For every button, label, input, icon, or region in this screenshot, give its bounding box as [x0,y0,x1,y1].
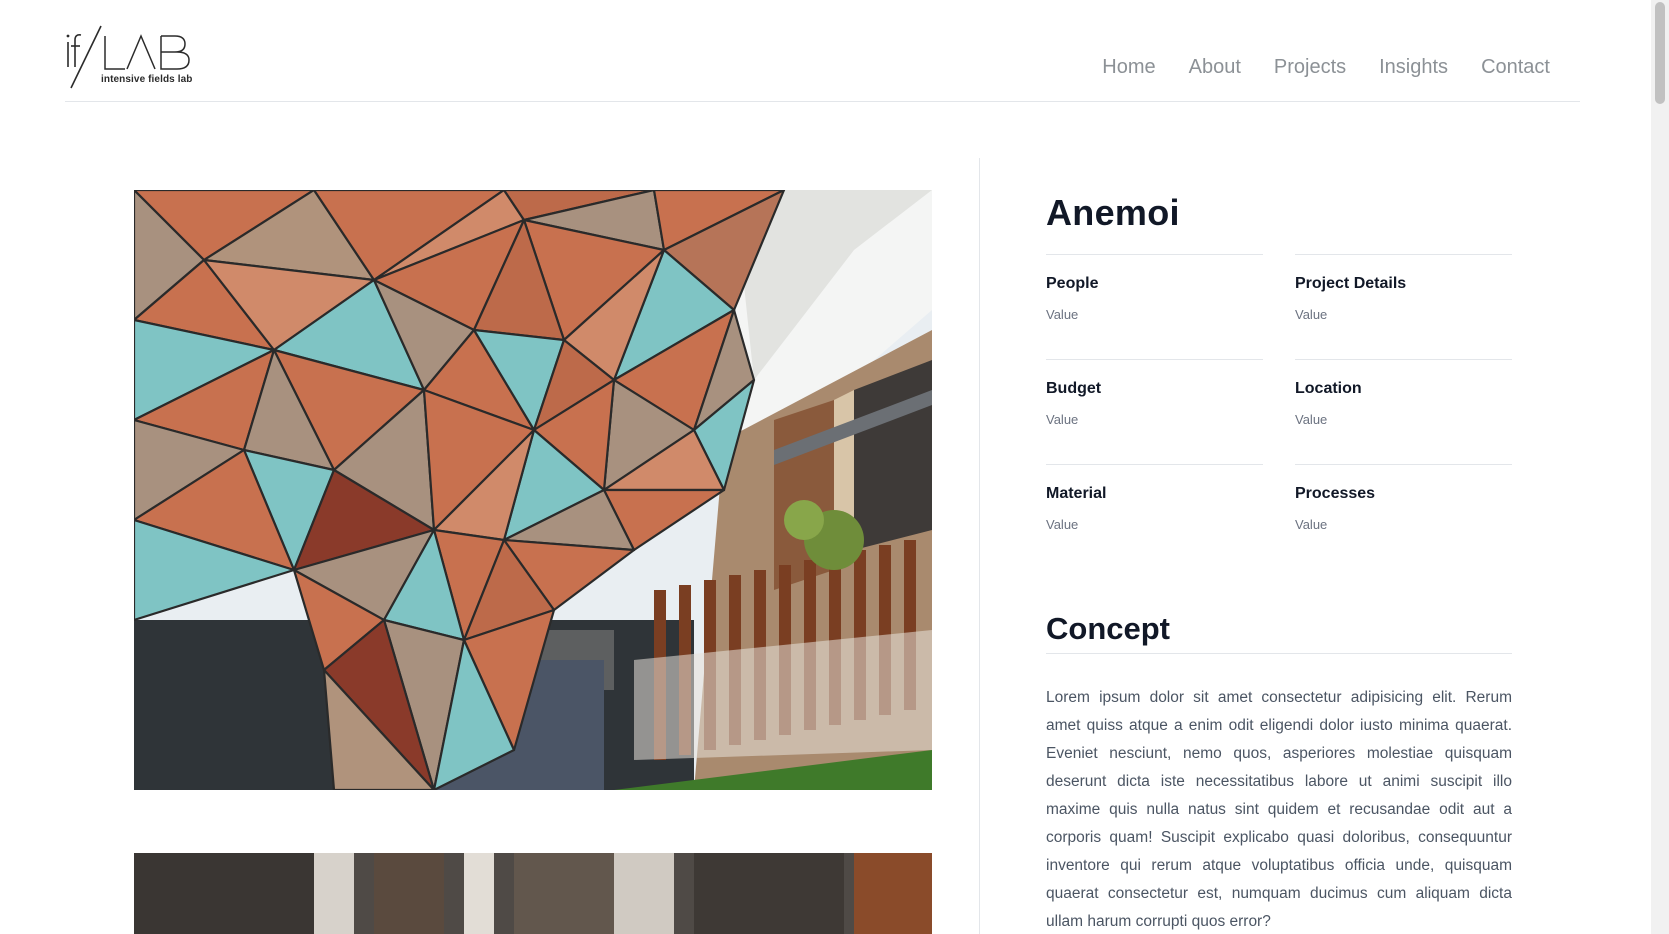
detail-processes: Processes Value [1295,464,1512,569]
detail-value: Value [1295,412,1328,427]
detail-label: Material [1046,485,1107,502]
concept-text: Lorem ipsum dolor sit amet consectetur a… [1046,689,1512,930]
detail-budget: Budget Value [1046,359,1263,464]
logo-tagline: intensive fields lab [101,74,193,85]
nav-about[interactable]: About [1189,56,1241,79]
nav-home[interactable]: Home [1102,56,1155,79]
nav-contact[interactable]: Contact [1481,56,1550,79]
nav-insights[interactable]: Insights [1379,56,1448,79]
detail-value: Value [1046,307,1079,322]
project-title: Anemoi [1046,192,1180,233]
detail-value: Value [1295,517,1328,532]
main-nav: Home About Projects Insights Contact [1102,56,1550,79]
detail-material: Material Value [1046,464,1263,569]
page-scrollbar[interactable] [1651,0,1669,934]
project-details-grid: People Value Project Details Value Budge… [1046,254,1512,569]
detail-label: Project Details [1295,275,1407,292]
detail-location: Location Value [1295,359,1512,464]
site-header: intensive fields lab Home About Projects… [65,0,1580,102]
project-photo-canopy [134,190,932,790]
project-info: Anemoi People Value Project Details Valu… [1046,190,1512,934]
nav-projects[interactable]: Projects [1274,56,1346,79]
detail-value: Value [1295,307,1328,322]
detail-project-details: Project Details Value [1295,254,1512,359]
detail-value: Value [1046,517,1079,532]
detail-people: People Value [1046,254,1263,359]
concept-heading: Concept [1046,611,1512,654]
project-photo-interior [134,853,932,934]
iflab-logo[interactable]: intensive fields lab [65,24,205,90]
detail-label: Location [1295,380,1362,397]
column-divider [979,158,980,934]
scrollbar-thumb[interactable] [1655,2,1665,104]
detail-label: People [1046,275,1099,292]
detail-value: Value [1046,412,1079,427]
detail-label: Budget [1046,380,1102,397]
detail-label: Processes [1295,485,1376,502]
